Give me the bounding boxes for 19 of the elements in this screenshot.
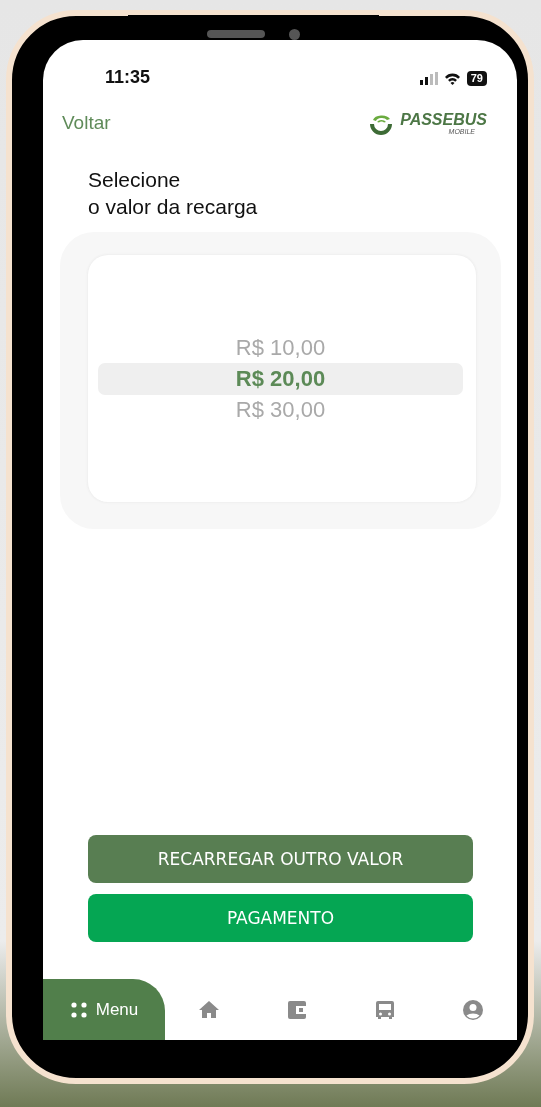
home-icon: [198, 998, 220, 1021]
picker-option[interactable]: R$ 20,00: [98, 362, 463, 395]
picker-option[interactable]: R$ 10,00: [98, 332, 463, 363]
account-icon: [462, 998, 484, 1021]
payment-button[interactable]: PAGAMENTO: [88, 894, 473, 942]
wifi-icon: [443, 72, 461, 85]
other-value-button[interactable]: RECARREGAR OUTRO VALOR: [88, 835, 473, 883]
status-time: 11:35: [105, 67, 151, 88]
signal-icon: [419, 72, 438, 85]
page-title-line: o valor da recarga: [88, 194, 259, 220]
wallet-icon: [286, 998, 308, 1021]
bus-icon: [374, 998, 396, 1021]
battery-level: 79: [466, 71, 487, 86]
back-link[interactable]: Voltar: [62, 112, 111, 134]
brand-name: PASSEBUS: [400, 111, 487, 128]
menu-tab[interactable]: Menu: [43, 979, 165, 1040]
picker-option[interactable]: R$ 30,00: [98, 394, 463, 425]
dots-grid-icon: [69, 1000, 88, 1019]
page-title-line: Selecione: [88, 167, 182, 193]
